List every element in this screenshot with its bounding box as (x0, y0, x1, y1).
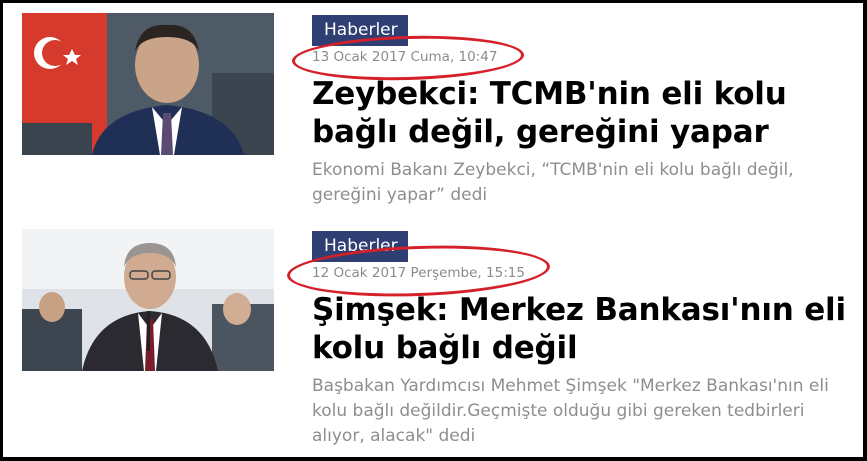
news-list: Haberler 13 Ocak 2017 Cuma, 10:47 Zeybek… (0, 0, 867, 461)
article-thumbnail[interactable] (22, 13, 274, 155)
article-date: 13 Ocak 2017 Cuma, 10:47 (312, 49, 498, 65)
article-thumbnail[interactable] (22, 229, 274, 371)
article-summary: Ekonomi Bakanı Zeybekci, “TCMB'nin eli k… (312, 160, 794, 205)
article-headline[interactable]: Zeybekci: TCMB'nin eli kolu bağlı değil,… (312, 75, 857, 151)
category-badge[interactable]: Haberler (312, 15, 408, 46)
category-badge[interactable]: Haberler (312, 231, 408, 262)
article-date: 12 Ocak 2017 Perşembe, 15:15 (312, 265, 525, 281)
article-summary: Başbakan Yardımcısı Mehmet Şimşek "Merke… (312, 376, 829, 446)
article-headline[interactable]: Şimşek: Merkez Bankası'nın eli kolu bağl… (312, 291, 857, 367)
photo-minister-icon (22, 13, 274, 155)
photo-minister-icon (22, 229, 274, 371)
